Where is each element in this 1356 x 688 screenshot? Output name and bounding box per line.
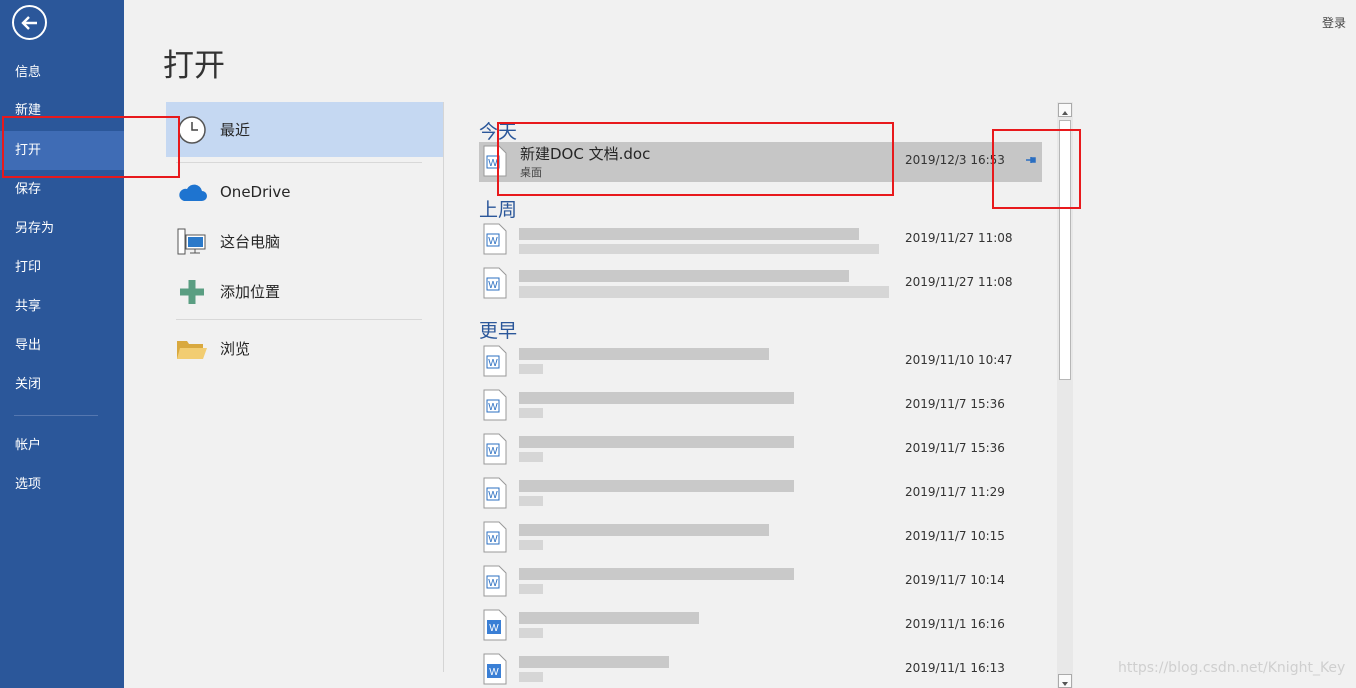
- file-date: 2019/11/27 11:08: [905, 231, 1013, 245]
- location-divider: [176, 319, 422, 320]
- svg-text:W: W: [489, 667, 499, 678]
- blurred-file-name: [519, 228, 859, 240]
- pane-divider: [443, 102, 444, 672]
- svg-text:W: W: [488, 578, 498, 589]
- svg-text:W: W: [488, 446, 498, 457]
- scroll-up-arrow-icon[interactable]: [1058, 103, 1072, 117]
- location-add-place-label: 添加位置: [220, 283, 281, 301]
- annotation-box: [992, 129, 1081, 209]
- recent-file-row[interactable]: W 2019/11/7 10:14: [479, 562, 1042, 602]
- file-date: 2019/11/7 10:15: [905, 529, 1005, 543]
- file-date: 2019/11/7 15:36: [905, 397, 1005, 411]
- nav-share[interactable]: 共享: [0, 287, 124, 326]
- scroll-down-arrow-icon[interactable]: [1058, 674, 1072, 688]
- file-date: 2019/12/3 16:53: [905, 153, 1005, 167]
- blurred-file-path: [519, 628, 543, 638]
- annotation-box: [497, 122, 894, 196]
- blurred-file-name: [519, 436, 794, 448]
- blurred-file-name: [519, 392, 794, 404]
- word-doc-icon: W: [483, 521, 507, 553]
- blurred-file-name: [519, 656, 669, 668]
- svg-text:W: W: [488, 280, 498, 291]
- file-date: 2019/11/7 15:36: [905, 441, 1005, 455]
- word-doc-icon: W: [483, 389, 507, 421]
- location-this-pc-label: 这台电脑: [220, 233, 281, 251]
- blurred-file-name: [519, 524, 769, 536]
- location-browse[interactable]: 浏览: [166, 321, 443, 376]
- recent-file-row[interactable]: W 2019/11/7 15:36: [479, 430, 1042, 470]
- recent-file-row[interactable]: W 2019/11/1 16:16: [479, 606, 1042, 646]
- recent-file-row[interactable]: W 2019/11/7 15:36: [479, 386, 1042, 426]
- nav-print[interactable]: 打印: [0, 248, 124, 287]
- file-date: 2019/11/7 11:29: [905, 485, 1005, 499]
- sign-in-link[interactable]: 登录: [1322, 14, 1346, 31]
- recent-file-row[interactable]: W 2019/11/10 10:47: [479, 342, 1042, 382]
- folder-icon: [170, 329, 214, 369]
- file-date: 2019/11/27 11:08: [905, 275, 1013, 289]
- svg-text:W: W: [488, 402, 498, 413]
- svg-text:W: W: [488, 490, 498, 501]
- blurred-file-path: [519, 672, 543, 682]
- nav-options[interactable]: 选项: [0, 465, 124, 504]
- blurred-file-path: [519, 496, 543, 506]
- back-arrow-icon[interactable]: [12, 5, 47, 40]
- group-header-older: 更早: [479, 320, 518, 342]
- word-doc-icon: W: [483, 433, 507, 465]
- nav-export[interactable]: 导出: [0, 326, 124, 365]
- annotation-box: [2, 116, 180, 178]
- blurred-file-path: [519, 408, 543, 418]
- nav-account[interactable]: 帐户: [0, 426, 124, 465]
- svg-text:W: W: [488, 236, 498, 247]
- blurred-file-name: [519, 348, 769, 360]
- word-doc-icon: W: [483, 477, 507, 509]
- location-onedrive[interactable]: OneDrive: [166, 164, 443, 219]
- word-doc-icon: W: [483, 565, 507, 597]
- blurred-file-name: [519, 612, 699, 624]
- word-doc-icon: W: [483, 223, 507, 255]
- blurred-file-path: [519, 286, 889, 298]
- watermark: https://blog.csdn.net/Knight_Key: [1118, 660, 1346, 676]
- file-date: 2019/11/1 16:16: [905, 617, 1005, 631]
- word-doc-icon: W: [483, 267, 507, 299]
- svg-text:W: W: [489, 623, 499, 634]
- recent-file-row[interactable]: W 2019/11/7 10:15: [479, 518, 1042, 558]
- recent-file-row[interactable]: W 2019/11/27 11:08: [479, 220, 1042, 260]
- backstage-nav: 信息 新建 打开 保存 另存为 打印 共享 导出 关闭 帐户 选项: [0, 0, 124, 688]
- group-header-last-week: 上周: [479, 199, 518, 221]
- blurred-file-path: [519, 244, 879, 254]
- blurred-file-name: [519, 270, 849, 282]
- location-this-pc[interactable]: 这台电脑: [166, 214, 443, 269]
- recent-file-row[interactable]: W 2019/11/27 11:08: [479, 264, 1042, 304]
- svg-text:W: W: [488, 534, 498, 545]
- location-onedrive-label: OneDrive: [220, 182, 291, 201]
- location-browse-label: 浏览: [220, 340, 251, 358]
- file-date: 2019/11/1 16:13: [905, 661, 1005, 675]
- nav-info[interactable]: 信息: [0, 53, 124, 92]
- recent-file-row[interactable]: W 2019/11/1 16:13: [479, 650, 1042, 688]
- blurred-file-path: [519, 584, 543, 594]
- location-add-place[interactable]: 添加位置: [166, 264, 443, 319]
- blurred-file-path: [519, 452, 543, 462]
- word-doc-icon: W: [483, 653, 507, 685]
- nav-save-as[interactable]: 另存为: [0, 209, 124, 248]
- word-doc-icon: W: [483, 609, 507, 641]
- file-date: 2019/11/7 10:14: [905, 573, 1005, 587]
- location-divider: [176, 162, 422, 163]
- nav-close[interactable]: 关闭: [0, 365, 124, 404]
- plus-icon: [170, 272, 214, 312]
- blurred-file-path: [519, 540, 543, 550]
- computer-icon: [170, 222, 214, 262]
- svg-text:W: W: [488, 358, 498, 369]
- word-doc-icon: W: [483, 345, 507, 377]
- blurred-file-name: [519, 480, 794, 492]
- nav-divider: [14, 415, 98, 416]
- location-recent[interactable]: 最近: [166, 102, 443, 157]
- page-title: 打开: [163, 48, 225, 84]
- blurred-file-path: [519, 364, 543, 374]
- blurred-file-name: [519, 568, 794, 580]
- location-recent-label: 最近: [220, 121, 251, 139]
- recent-file-row[interactable]: W 2019/11/7 11:29: [479, 474, 1042, 514]
- file-date: 2019/11/10 10:47: [905, 353, 1013, 367]
